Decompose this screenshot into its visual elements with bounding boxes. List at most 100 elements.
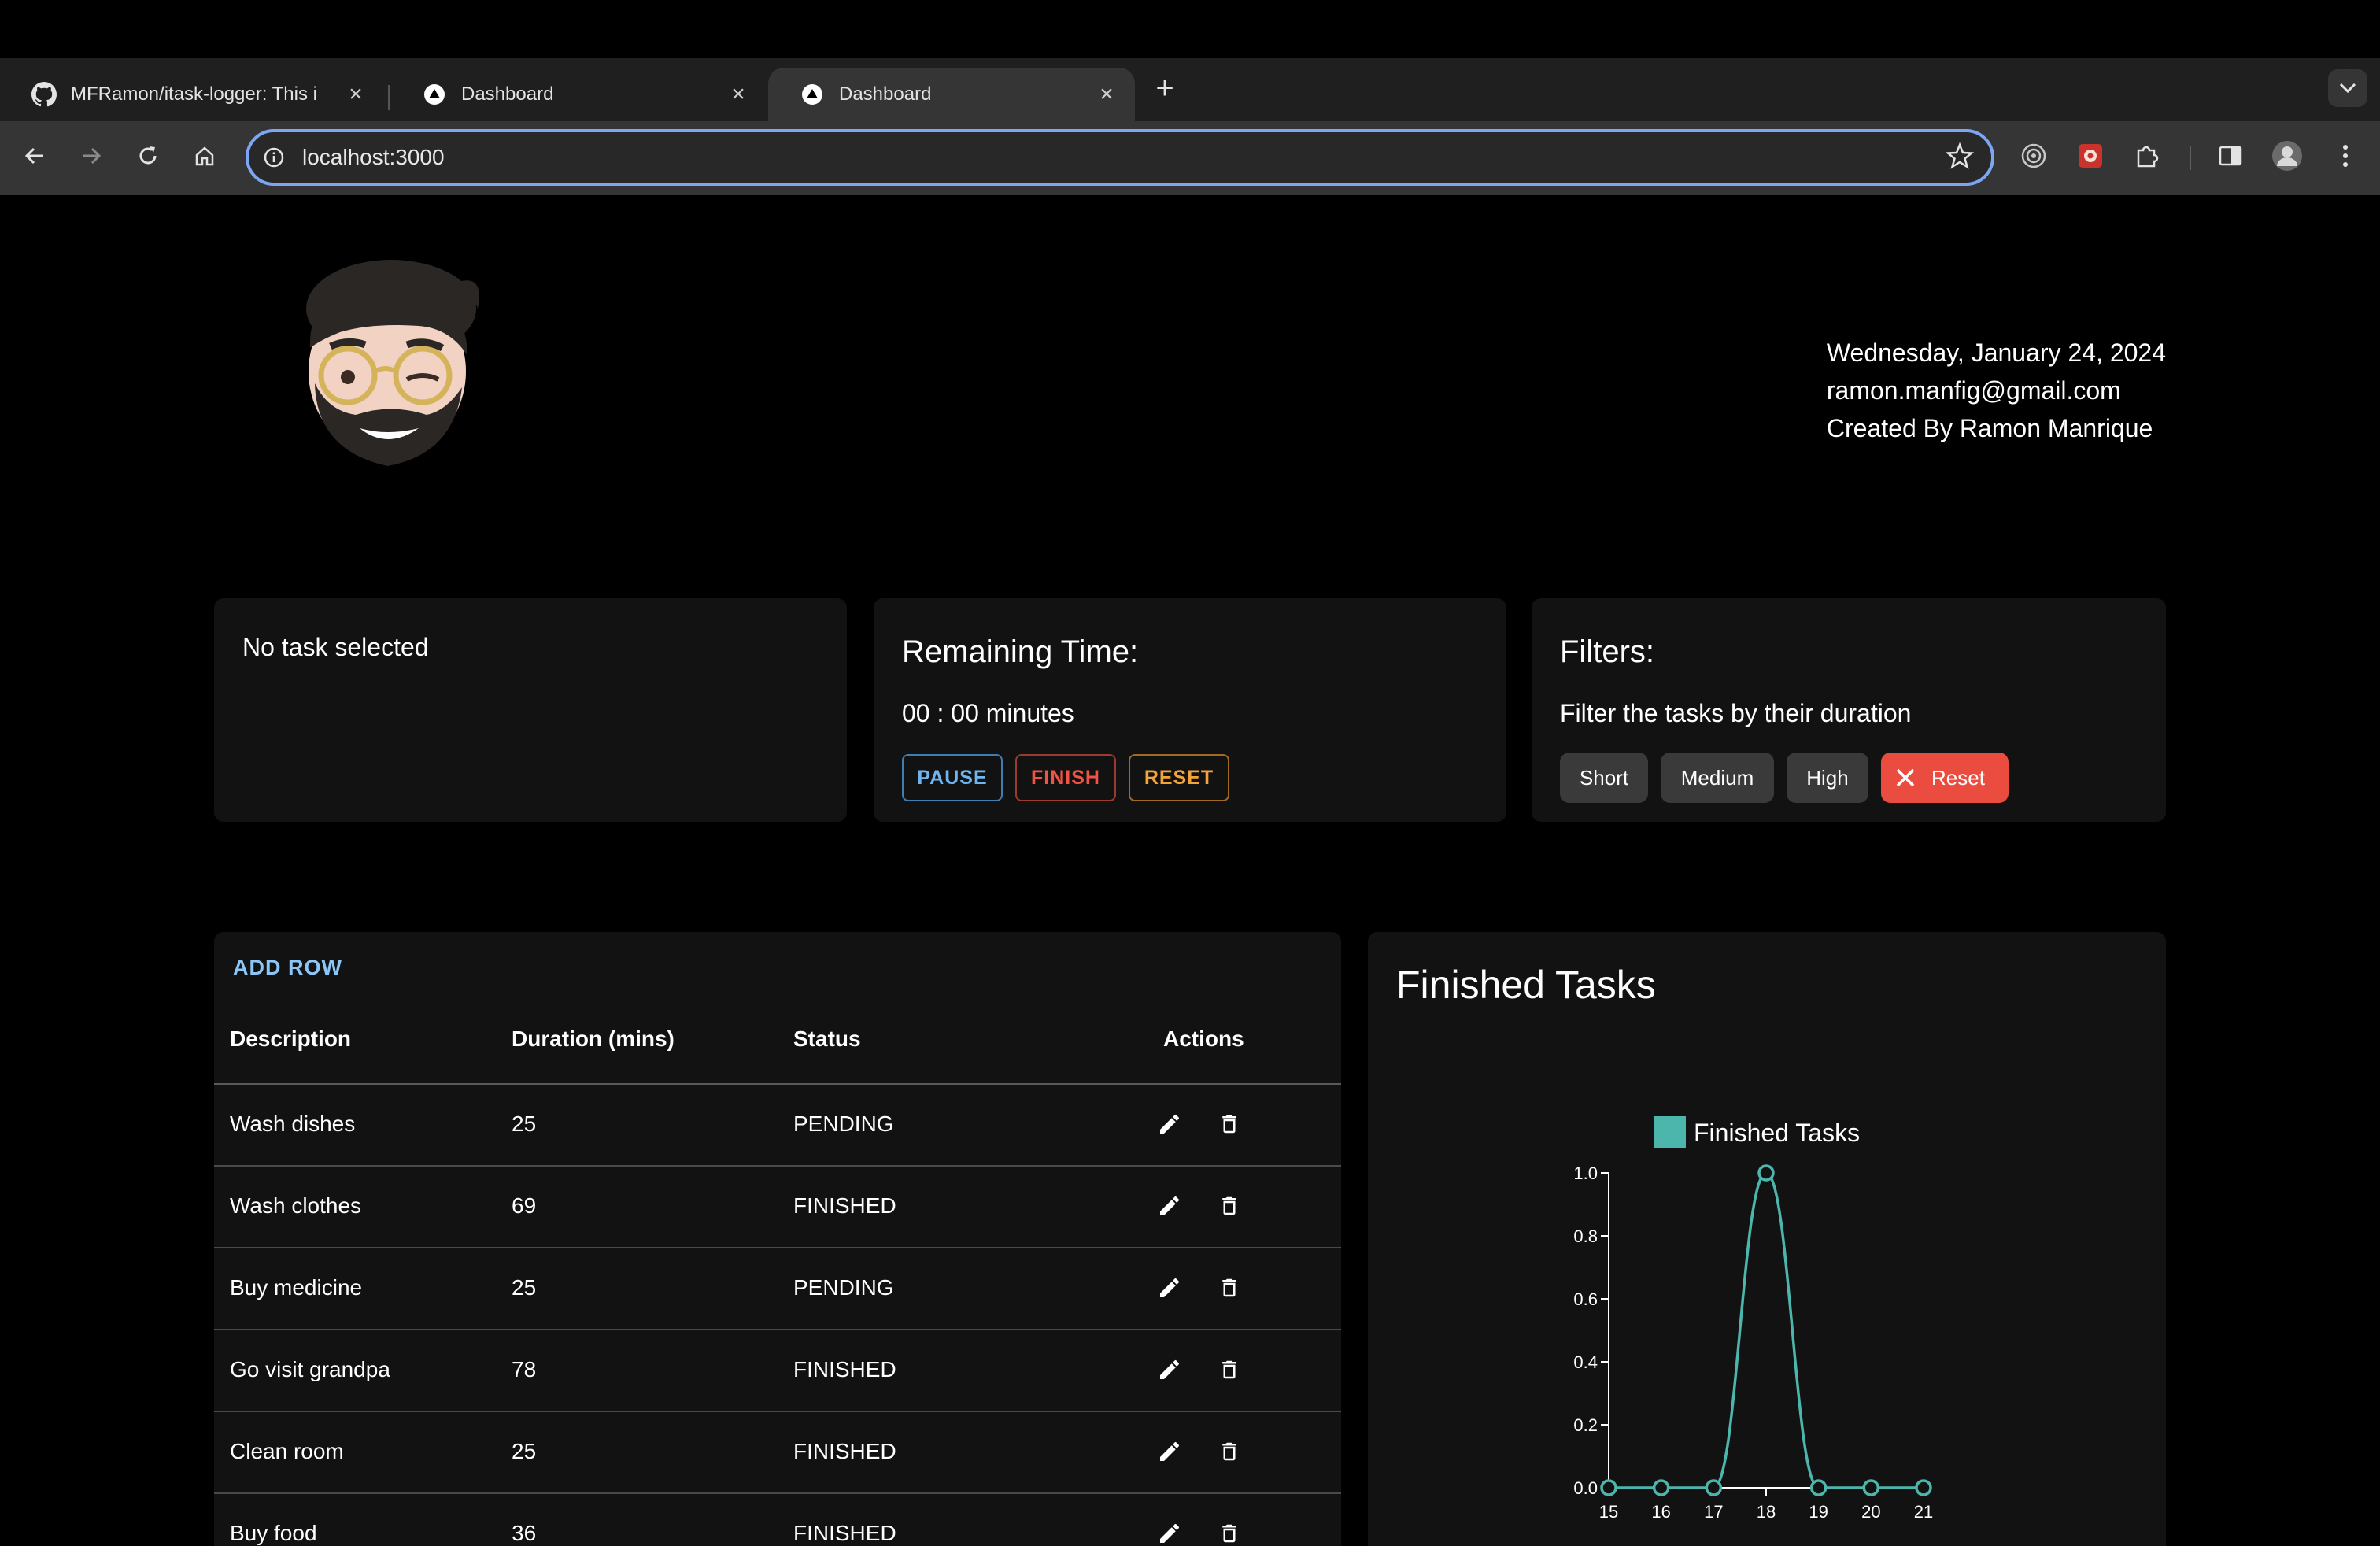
github-icon [31, 82, 57, 107]
legend-swatch [1654, 1116, 1686, 1148]
remaining-time: 00 : 00 minutes [902, 699, 1074, 727]
edit-icon[interactable] [1154, 1272, 1185, 1304]
table-row[interactable]: Buy medicine 25 PENDING [214, 1248, 1341, 1330]
edit-icon[interactable] [1154, 1190, 1185, 1222]
filters-title: Filters: [1560, 634, 1654, 669]
edit-icon[interactable] [1154, 1436, 1185, 1467]
creator-credit: Created By Ramon Manrique [1826, 414, 2153, 442]
cell-status: FINISHED [793, 1521, 896, 1545]
cell-duration: 78 [512, 1357, 537, 1381]
column-header-actions: Actions [1163, 1026, 1244, 1051]
profile-button[interactable] [2268, 137, 2306, 175]
table-row[interactable]: Go visit grandpa 78 FINISHED [214, 1330, 1341, 1412]
tab-strip: MFRamon/itask-logger: This i × Dashboard… [0, 58, 2380, 121]
arrow-left-icon [24, 147, 43, 165]
address-bar[interactable]: localhost:3000 [246, 129, 1994, 186]
filters-subtitle: Filter the tasks by their duration [1560, 699, 1912, 727]
home-icon [195, 146, 214, 166]
cell-status: PENDING [793, 1111, 894, 1136]
cell-status: FINISHED [793, 1357, 896, 1381]
extensions-button[interactable] [2128, 137, 2166, 175]
x-tick-label: 19 [1809, 1502, 1828, 1522]
bookmark-star-icon[interactable] [1945, 142, 1975, 174]
tab-title: Dashboard [461, 83, 554, 105]
edit-icon[interactable] [1154, 1354, 1185, 1385]
legend-label: Finished Tasks [1694, 1119, 1860, 1147]
cell-status: PENDING [793, 1275, 894, 1300]
timer-card: Remaining Time: 00 : 00 minutes PAUSE FI… [874, 598, 1506, 822]
filter-medium-chip[interactable]: Medium [1661, 753, 1774, 803]
delete-icon[interactable] [1214, 1108, 1245, 1140]
y-tick-label: 0.4 [1573, 1352, 1598, 1372]
filter-reset-chip[interactable]: Reset [1881, 753, 2009, 803]
extension-red-button[interactable] [2071, 137, 2109, 175]
column-header-duration[interactable]: Duration (mins) [512, 1026, 674, 1052]
filter-high-chip[interactable]: High [1787, 753, 1868, 803]
cell-duration: 25 [512, 1111, 537, 1136]
cell-description: Go visit grandpa [230, 1357, 390, 1381]
nextjs-icon [800, 82, 825, 107]
reload-button[interactable] [129, 137, 167, 175]
close-icon[interactable]: × [1094, 82, 1119, 107]
back-button[interactable] [16, 137, 54, 175]
home-button[interactable] [186, 137, 224, 175]
delete-icon[interactable] [1214, 1190, 1245, 1222]
close-icon [1894, 766, 1917, 790]
puzzle-icon [2137, 146, 2159, 168]
tab-dashboard-active[interactable]: Dashboard × [768, 68, 1135, 121]
url-text: localhost:3000 [302, 145, 445, 169]
y-tick-label: 1.0 [1573, 1163, 1598, 1183]
menu-button[interactable] [2326, 137, 2364, 175]
info-icon[interactable] [263, 146, 285, 168]
data-point [1915, 1479, 1932, 1496]
tasks-table: ADD ROW Description Duration (mins) Stat… [214, 932, 1341, 1546]
filter-short-chip[interactable]: Short [1560, 753, 1648, 803]
tab-title: Dashboard [839, 83, 932, 105]
cell-description: Buy food [230, 1521, 317, 1545]
data-point [1652, 1479, 1670, 1496]
close-icon[interactable]: × [726, 82, 751, 107]
table-row[interactable]: Wash dishes 25 PENDING [214, 1085, 1341, 1167]
tab-dashboard-1[interactable]: Dashboard × [390, 68, 767, 121]
extension-app-icon [2079, 144, 2102, 168]
toolbar-separator [2190, 146, 2191, 170]
pause-button[interactable]: PAUSE [902, 754, 1003, 801]
side-panel-icon [2219, 146, 2242, 166]
data-point [1757, 1164, 1775, 1182]
column-header-status[interactable]: Status [793, 1026, 861, 1052]
current-date: Wednesday, January 24, 2024 [1826, 338, 2166, 367]
delete-icon[interactable] [1214, 1436, 1245, 1467]
edit-icon[interactable] [1154, 1518, 1185, 1546]
timer-title: Remaining Time: [902, 634, 1139, 669]
cell-description: Clean room [230, 1439, 344, 1463]
extension-target-button[interactable] [2015, 137, 2053, 175]
target-icon [2021, 143, 2046, 168]
tab-title: MFRamon/itask-logger: This i [71, 83, 317, 105]
delete-icon[interactable] [1214, 1272, 1245, 1304]
nextjs-icon [422, 82, 447, 107]
cell-duration: 25 [512, 1275, 537, 1300]
y-tick-label: 0.0 [1573, 1478, 1598, 1498]
table-row[interactable]: Buy food 36 FINISHED [214, 1494, 1341, 1546]
side-panel-button[interactable] [2212, 137, 2249, 175]
edit-icon[interactable] [1154, 1108, 1185, 1140]
delete-icon[interactable] [1214, 1518, 1245, 1546]
arrow-right-icon [83, 147, 102, 165]
column-header-description[interactable]: Description [230, 1026, 351, 1052]
delete-icon[interactable] [1214, 1354, 1245, 1385]
close-icon[interactable]: × [343, 82, 368, 107]
kebab-menu-icon [2343, 145, 2348, 167]
add-row-button[interactable]: ADD ROW [233, 956, 342, 980]
reset-timer-button[interactable]: RESET [1129, 754, 1229, 801]
new-tab-button[interactable]: + [1149, 72, 1181, 105]
data-point [1862, 1479, 1880, 1496]
table-row[interactable]: Wash clothes 69 FINISHED [214, 1167, 1341, 1248]
finish-button[interactable]: FINISH [1015, 754, 1116, 801]
forward-button[interactable] [72, 137, 110, 175]
table-row[interactable]: Clean room 25 FINISHED [214, 1412, 1341, 1494]
tab-github[interactable]: MFRamon/itask-logger: This i × [0, 68, 384, 121]
cell-status: FINISHED [793, 1439, 896, 1463]
y-tick-label: 0.6 [1573, 1289, 1598, 1309]
tab-search-button[interactable] [2328, 69, 2367, 107]
data-point [1809, 1479, 1828, 1496]
